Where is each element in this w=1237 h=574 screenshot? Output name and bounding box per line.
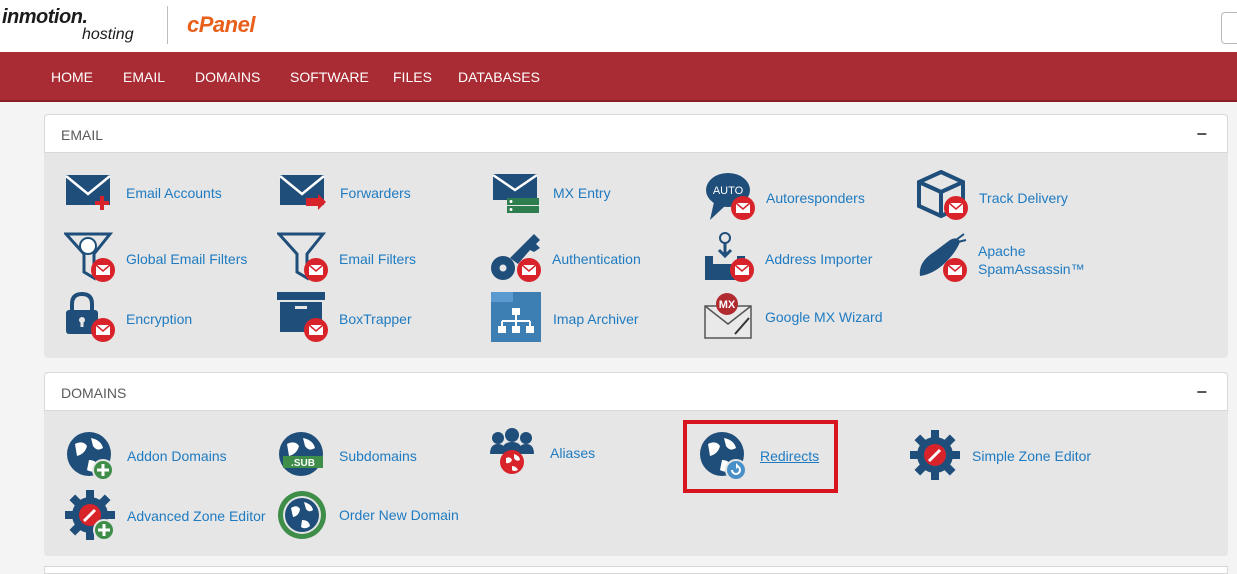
tile-label: Apache SpamAssassin™: [978, 243, 1085, 277]
tile-aliases[interactable]: Aliases: [488, 428, 688, 480]
sub-badge-text: .SUB: [291, 458, 315, 469]
next-panel-edge: [44, 566, 1228, 574]
tile-label: MX Entry: [553, 185, 611, 201]
tile-spamassassin[interactable]: Apache SpamAssassin™: [916, 232, 1126, 284]
tile-label: Advanced Zone Editor: [127, 508, 266, 524]
google-mx-wizard-icon: MX: [704, 293, 752, 339]
spamassassin-icon: [919, 233, 967, 282]
tile-email-accounts[interactable]: Email Accounts: [64, 170, 264, 222]
tile-label: Authentication: [552, 251, 641, 267]
nav-domains[interactable]: DOMAINS: [195, 69, 260, 85]
tile-order-new-domain[interactable]: Order New Domain: [277, 490, 477, 542]
tile-mx-entry[interactable]: MX Entry: [491, 170, 691, 222]
simple-zone-editor-icon: [910, 430, 960, 480]
redirects-highlight-box: [683, 420, 838, 493]
tile-boxtrapper[interactable]: BoxTrapper: [277, 292, 477, 344]
logo-divider: [167, 6, 168, 44]
boxtrapper-icon: [277, 292, 328, 342]
nav-files[interactable]: FILES: [393, 69, 432, 85]
nav-home[interactable]: HOME: [51, 69, 93, 85]
mx-entry-icon: [492, 173, 539, 213]
subdomains-icon: .SUB: [279, 432, 323, 476]
inmotion-sub-text: hosting: [82, 26, 134, 43]
tile-label: BoxTrapper: [339, 311, 412, 327]
tile-label: Address Importer: [765, 251, 873, 267]
global-email-filters-icon: [64, 232, 115, 282]
auto-badge-text: AUTO: [713, 185, 744, 197]
nav-software[interactable]: SOFTWARE: [290, 69, 369, 85]
tile-addon-domains[interactable]: Addon Domains: [65, 430, 265, 482]
tile-forwarders[interactable]: Forwarders: [278, 170, 478, 222]
email-panel-collapse-icon[interactable]: −: [1196, 124, 1207, 145]
nav-databases[interactable]: DATABASES: [458, 69, 540, 85]
tile-address-importer[interactable]: Address Importer: [703, 232, 903, 284]
tile-label: Email Filters: [339, 251, 417, 267]
tile-simple-zone-editor[interactable]: Simple Zone Editor: [910, 430, 1110, 482]
aliases-icon: [490, 428, 534, 474]
nav-email[interactable]: EMAIL: [123, 69, 165, 85]
email-filters-icon: [277, 232, 328, 282]
tile-label: Aliases: [550, 445, 596, 461]
inmotion-brand-text: inmotion.: [2, 6, 88, 28]
main-nav: HOME EMAIL DOMAINS SOFTWARE FILES DATABA…: [0, 52, 1237, 102]
email-panel-header[interactable]: EMAIL −: [44, 114, 1228, 153]
tile-label: Simple Zone Editor: [972, 448, 1092, 464]
tile-autoresponders[interactable]: AUTO Autoresponders: [704, 170, 904, 222]
forwarders-icon: [279, 175, 326, 210]
autoresponders-icon: AUTO: [706, 173, 755, 220]
tile-label: Order New Domain: [339, 507, 459, 523]
advanced-zone-editor-icon: [65, 490, 115, 541]
tile-imap-archiver[interactable]: Imap Archiver: [491, 292, 691, 344]
tile-google-mx-wizard[interactable]: MX Google MX Wizard: [703, 292, 903, 344]
tile-label: Forwarders: [340, 185, 411, 201]
domains-panel-header[interactable]: DOMAINS −: [44, 372, 1228, 411]
email-panel-title: EMAIL: [61, 127, 104, 143]
tile-label: Autoresponders: [766, 190, 865, 206]
tile-advanced-zone-editor[interactable]: Advanced Zone Editor: [65, 490, 275, 542]
tile-authentication[interactable]: Authentication: [490, 232, 690, 284]
tile-subdomains[interactable]: .SUB Subdomains: [277, 430, 477, 482]
tile-label: Encryption: [126, 311, 193, 327]
cpanel-logo[interactable]: cPanel: [187, 12, 255, 38]
tile-label: Track Delivery: [979, 190, 1068, 206]
tile-label: Subdomains: [339, 448, 417, 464]
address-importer-icon: [705, 232, 754, 282]
tile-email-filters[interactable]: Email Filters: [277, 232, 477, 284]
tile-track-delivery[interactable]: Track Delivery: [917, 170, 1117, 222]
top-bar: inmotion. hosting cPanel: [0, 0, 1237, 52]
mx-badge-text: MX: [719, 299, 736, 311]
tile-global-email-filters[interactable]: Global Email Filters: [64, 232, 264, 284]
tile-label: Global Email Filters: [126, 251, 248, 267]
tile-label: Addon Domains: [127, 448, 227, 464]
track-delivery-icon: [917, 170, 968, 220]
search-box-edge[interactable]: [1221, 12, 1237, 44]
tile-encryption[interactable]: Encryption: [64, 292, 264, 344]
domains-panel-collapse-icon[interactable]: −: [1196, 382, 1207, 403]
tile-label: Google MX Wizard: [765, 309, 883, 325]
encryption-icon: [66, 292, 115, 342]
domains-panel-title: DOMAINS: [61, 385, 127, 401]
inmotion-hosting-logo[interactable]: inmotion. hosting: [0, 6, 150, 46]
authentication-icon: [491, 234, 541, 282]
tile-label: Email Accounts: [126, 185, 222, 201]
order-new-domain-icon: [278, 491, 326, 539]
email-accounts-icon: [65, 175, 111, 210]
addon-domains-icon: [67, 432, 114, 481]
imap-archiver-icon: [491, 292, 541, 342]
tile-label: Imap Archiver: [553, 311, 639, 327]
